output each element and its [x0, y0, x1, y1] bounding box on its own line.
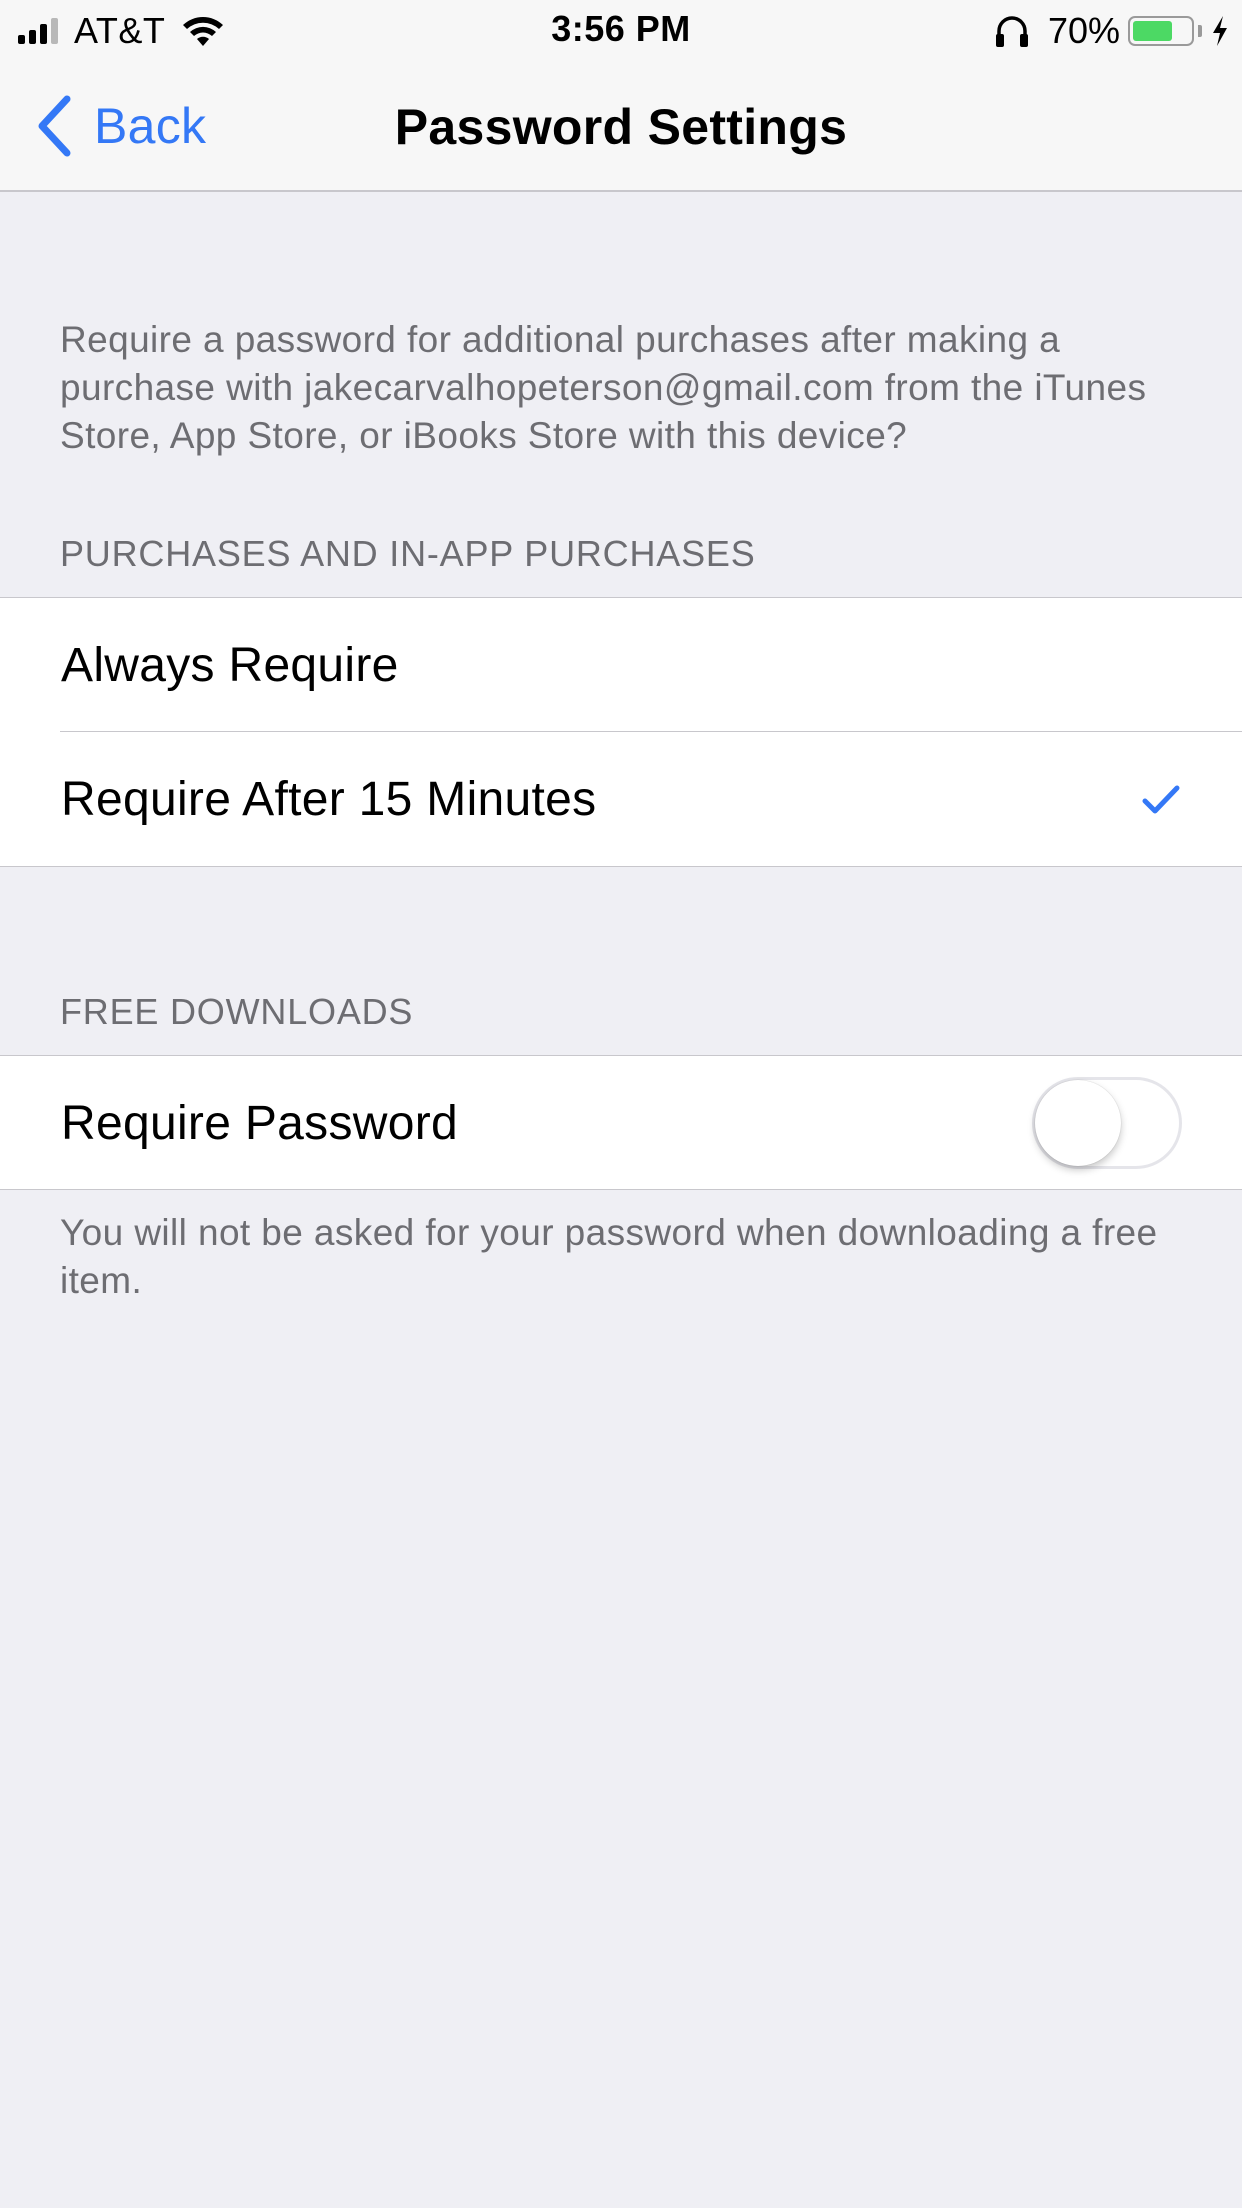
require-password-label: Require Password [61, 1096, 458, 1150]
section-header-free-downloads: FREE DOWNLOADS [60, 991, 414, 1032]
charging-bolt-icon [1213, 16, 1227, 46]
option-label: Always Require [61, 638, 399, 692]
battery-tip [1198, 25, 1202, 37]
purchase-password-description: Require a password for additional purcha… [60, 319, 1147, 456]
headphones-icon [995, 16, 1028, 47]
page-title: Password Settings [394, 99, 848, 155]
option-require-after-15-minutes[interactable]: Require After 15 Minutes [0, 732, 1242, 866]
status-bar-right: 70% [994, 10, 1230, 52]
require-password-toggle[interactable] [1032, 1077, 1182, 1169]
require-password-row: Require Password [0, 1056, 1242, 1190]
battery-level-fill [1133, 21, 1172, 41]
purchases-options-group: Always Require Require After 15 Minutes [0, 597, 1242, 867]
status-bar: AT&T 3:56 PM 70% [0, 0, 1242, 60]
option-label: Require After 15 Minutes [61, 772, 597, 826]
toggle-knob [1035, 1080, 1121, 1166]
checkmark-icon [1142, 785, 1180, 814]
option-always-require[interactable]: Always Require [0, 598, 1242, 732]
free-downloads-group: Require Password [0, 1055, 1242, 1190]
section-header-purchases: PURCHASES AND IN-APP PURCHASES [60, 533, 756, 574]
free-downloads-footer-note: You will not be asked for your password … [60, 1212, 1158, 1301]
navigation-bar: Back Password Settings [0, 60, 1242, 192]
battery-icon [1128, 16, 1194, 46]
battery-percent: 70% [1047, 10, 1120, 51]
